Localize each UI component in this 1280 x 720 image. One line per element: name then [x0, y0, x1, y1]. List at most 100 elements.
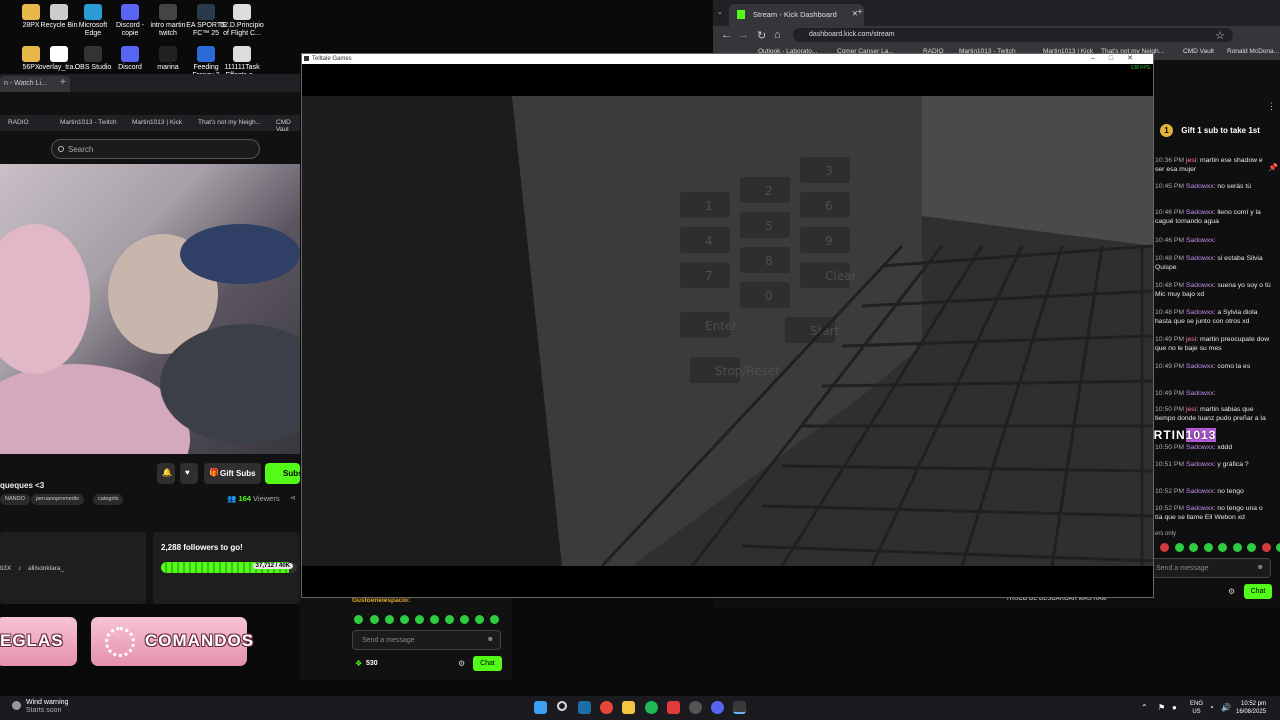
chat-user[interactable]: Sadowxx	[1186, 209, 1214, 216]
more-options-icon[interactable]: ⋮	[1267, 101, 1276, 112]
chat-user[interactable]: Sadowxx	[1186, 505, 1214, 512]
tray-app-icon[interactable]: ●	[1172, 703, 1177, 712]
right-message-input[interactable]: Send a message ☻	[1150, 558, 1271, 578]
subscribe-button[interactable]: Subs	[265, 463, 303, 484]
chat-text: no serás tú	[1217, 183, 1251, 190]
wifi-icon[interactable]: ◔	[1209, 703, 1214, 712]
bookmark-neighbor[interactable]: That's not my Neigh...	[198, 119, 261, 126]
left-message-input[interactable]: Send a message ☻	[352, 630, 501, 650]
game-scene[interactable]: 1 2 3 4 5 6 7 8 9 Clear 0 Enter Start Stop/Reset	[302, 96, 1153, 566]
emote-icon[interactable]	[1232, 543, 1242, 552]
emoji-icon[interactable]: ☻	[1257, 564, 1264, 571]
emote-icon[interactable]	[460, 615, 469, 624]
emote-icon[interactable]	[1203, 543, 1213, 552]
emote-icon[interactable]	[1247, 543, 1256, 552]
emote-icon[interactable]	[415, 615, 424, 624]
emote-icon[interactable]	[1174, 543, 1184, 552]
social-link[interactable]: ti3X	[0, 565, 11, 572]
tray-app-icon[interactable]: ⚑	[1158, 703, 1165, 712]
bookmark-star-icon[interactable]: ☆	[1215, 29, 1225, 42]
bookmark-radio[interactable]: RADIO	[8, 119, 29, 126]
game-window[interactable]: Telltale Games –□✕ 138 FPS 1 2 3 4 5 6 7 8 9 Clea…	[301, 53, 1154, 598]
stream-tag[interactable]: peruanopromedio	[31, 494, 85, 505]
spotify-icon[interactable]	[645, 701, 658, 714]
desktop-icon[interactable]: 02.D.Principio of Flight C...	[219, 4, 265, 38]
new-tab-icon[interactable]: +	[60, 77, 66, 88]
url-field[interactable]: dashboard.kick.com/stream	[793, 28, 1233, 42]
stream-video[interactable]	[0, 164, 300, 454]
emote-icon[interactable]	[1189, 543, 1198, 552]
tray-chevron-icon[interactable]: ⌃	[1141, 703, 1148, 712]
bookmark-twitch[interactable]: Martin1013 - Twitch	[60, 119, 117, 126]
chrome-icon[interactable]	[600, 701, 613, 714]
bookmark-cmd-vault[interactable]: CMD Vaul	[276, 119, 300, 133]
stream-tag[interactable]: NANDO	[0, 494, 30, 505]
discord-icon[interactable]	[711, 701, 724, 714]
gift-sub-promo[interactable]: 1 Gift 1 sub to take 1st	[1160, 124, 1260, 137]
emote-icon[interactable]	[445, 615, 454, 624]
emote-icon[interactable]	[385, 615, 394, 624]
search-icon[interactable]	[557, 701, 567, 711]
emote-icon[interactable]	[1276, 543, 1280, 552]
emote-icon[interactable]	[1218, 543, 1227, 552]
follow-heart-button[interactable]: ♥	[180, 463, 198, 484]
bookmark-cmd-vault[interactable]: CMD Vault	[1183, 48, 1214, 55]
language-indicator[interactable]: ENG US	[1190, 700, 1203, 716]
chat-username[interactable]: Gustoenelespacio:	[352, 597, 410, 604]
emote-icon[interactable]	[354, 615, 363, 624]
notification-bell-button[interactable]: 🔔	[157, 463, 175, 484]
clock-date: 16/08/2025	[1236, 709, 1267, 715]
chat-user[interactable]: Sadowxx	[1186, 461, 1214, 468]
home-icon[interactable]: ⌂	[774, 29, 781, 41]
steam-icon[interactable]	[578, 701, 591, 714]
emote-icon[interactable]	[475, 615, 484, 624]
settings-gear-icon[interactable]: ⚙	[458, 659, 465, 668]
window-controls[interactable]: –□✕	[1091, 54, 1147, 62]
file-explorer-icon[interactable]	[622, 701, 635, 714]
chat-user[interactable]: Sadowxx	[1186, 237, 1214, 244]
panel-commands[interactable]: COMANDOS	[91, 617, 253, 666]
chat-user[interactable]: jesi	[1186, 157, 1196, 164]
emote-icon[interactable]	[490, 615, 499, 624]
tab-search-icon[interactable]: ⌄	[717, 8, 723, 16]
search-input[interactable]: Search	[51, 139, 260, 159]
chat-user[interactable]: Sadowxx	[1186, 309, 1214, 316]
chat-user[interactable]: Sadowxx	[1186, 255, 1214, 262]
chat-user[interactable]: jesi	[1186, 336, 1196, 343]
reload-icon[interactable]: ↻	[757, 29, 766, 42]
emote-icon[interactable]	[1261, 543, 1271, 552]
obs-icon[interactable]	[689, 701, 702, 714]
game-taskbar-icon[interactable]	[733, 701, 746, 714]
emote-icon[interactable]	[370, 615, 379, 624]
bookmark-kick[interactable]: Martin1013 | Kick	[132, 119, 182, 126]
chat-user[interactable]: Sadowxx	[1186, 444, 1214, 451]
right-chat-send-button[interactable]: Chat	[1244, 584, 1272, 599]
panel-rules[interactable]: EGLAS	[0, 617, 77, 666]
share-icon[interactable]: ⋖	[290, 494, 296, 502]
system-clock[interactable]: 10:52 pm 16/08/2025	[1236, 700, 1266, 716]
settings-gear-icon[interactable]: ⚙	[1228, 587, 1235, 596]
chat-user[interactable]: Sadowxx	[1186, 488, 1214, 495]
chat-user[interactable]: Sadowxx	[1186, 363, 1214, 370]
chat-user[interactable]: Sadowxx	[1186, 183, 1214, 190]
bookmark-ronald[interactable]: Ronald McDona...	[1227, 48, 1279, 55]
forward-icon[interactable]: →	[738, 29, 749, 41]
emoji-icon[interactable]: ☻	[487, 636, 494, 643]
chat-user[interactable]: Sadowxx	[1186, 390, 1214, 397]
volume-icon[interactable]: 🔊	[1221, 703, 1231, 712]
chat-user[interactable]: jesi	[1186, 406, 1196, 413]
left-chat-send-button[interactable]: Chat	[473, 656, 502, 671]
chat-user[interactable]: Sadowxx	[1186, 282, 1214, 289]
emote-icon[interactable]	[430, 615, 439, 624]
emote-icon[interactable]	[1160, 543, 1169, 552]
new-tab-icon[interactable]: +	[857, 7, 863, 18]
emote-icon[interactable]	[400, 615, 409, 624]
app-red-icon[interactable]	[667, 701, 680, 714]
back-icon[interactable]: ←	[721, 29, 732, 41]
weather-widget[interactable]: Wind warning Starts soon	[12, 699, 68, 715]
gift-subs-button[interactable]: 🎁 Gift Subs	[204, 463, 261, 484]
tiktok-link[interactable]: allisonklara_	[28, 565, 64, 572]
kick-dashboard-tab[interactable]: Stream - Kick Dashboard ✕	[729, 4, 864, 26]
start-button-icon[interactable]	[534, 701, 547, 714]
stream-tag[interactable]: categirls	[93, 494, 124, 505]
